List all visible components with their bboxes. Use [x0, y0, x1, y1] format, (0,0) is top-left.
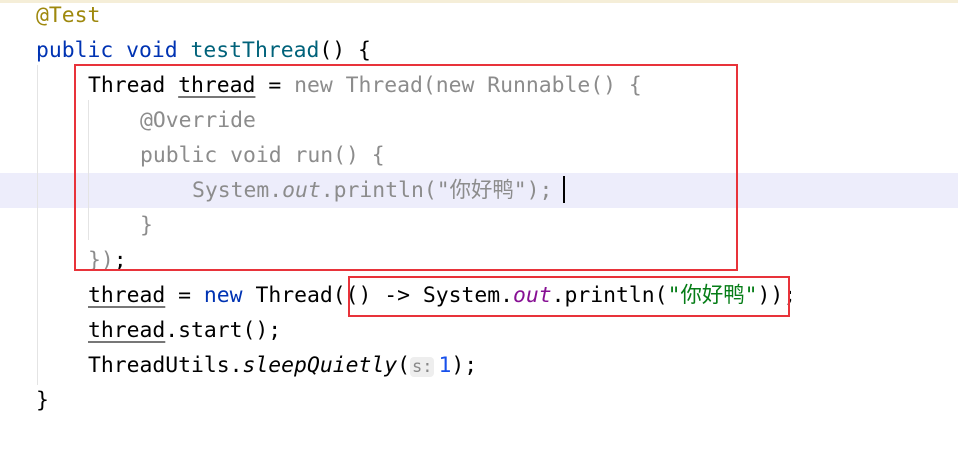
code-token: new: [203, 283, 256, 308]
code-token: .start();: [165, 318, 282, 343]
code-token: public void: [36, 38, 191, 63]
code-token: testThread: [190, 38, 320, 63]
code-token: =: [165, 283, 204, 308]
code-line[interactable]: public void testThread() {: [0, 33, 958, 68]
code-token: @Test: [36, 3, 101, 28]
code-token: thread: [88, 283, 166, 308]
indent-guide: [37, 65, 38, 385]
parameter-hint: s:: [409, 357, 435, 377]
code-line[interactable]: ThreadUtils.sleepQuietly(s: 1);: [0, 348, 958, 383]
code-token: () {: [319, 38, 371, 63]
code-line[interactable]: thread.start();: [0, 313, 958, 348]
code-token: (: [397, 353, 410, 378]
code-token: );: [451, 353, 478, 378]
code-token: 1: [438, 353, 452, 378]
code-token: }: [36, 388, 49, 413]
code-token: ThreadUtils.: [88, 353, 243, 378]
highlight-box-lambda: [348, 276, 790, 317]
code-line[interactable]: @Test: [0, 0, 958, 33]
code-token: sleepQuietly: [242, 353, 398, 378]
code-line[interactable]: }: [0, 383, 958, 418]
code-token: thread: [88, 318, 166, 343]
highlight-box-anonymous-class: [74, 64, 738, 271]
text-caret: [563, 176, 565, 203]
